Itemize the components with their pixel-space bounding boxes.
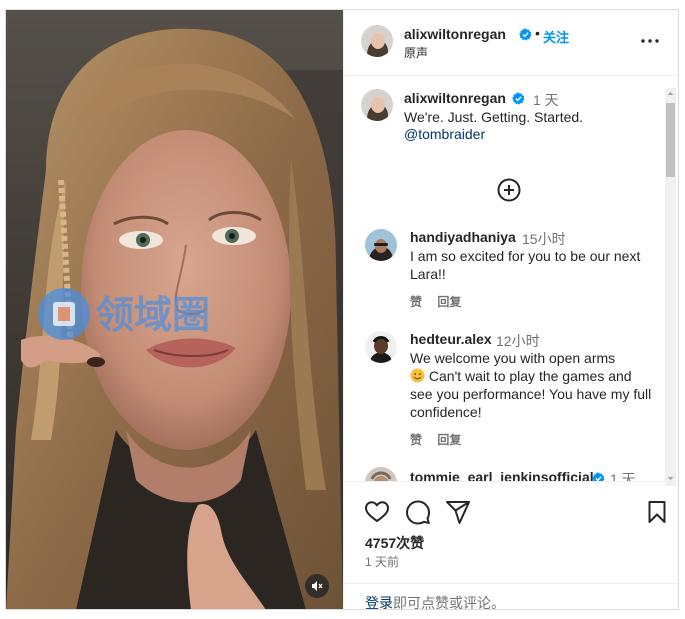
caption-text: We're. Just. Getting. Started. [404,109,584,125]
bookmark-icon[interactable] [644,499,670,525]
comment-bubble-icon[interactable] [405,499,431,525]
scrollbar-thumb[interactable] [666,103,675,177]
post-header: alixwiltonregan • 关注 原声 [344,10,678,76]
verified-badge-icon [519,28,532,41]
speaker-muted-icon [312,581,323,591]
comment-actions: 赞 回复 [410,431,473,448]
watermark-logo: 领域圈 [38,288,210,340]
audio-label[interactable]: 原声 [404,44,428,61]
comment-actions: 赞 回复 [410,293,473,310]
post-side-panel: alixwiltonregan • 关注 原声 alixwiltonregan … [343,10,678,610]
login-text: 登录即可点赞或评论。 [365,593,505,610]
comment-username[interactable]: tommie_earl_jenkinsofficial [410,469,594,481]
author-avatar[interactable] [361,25,393,57]
verified-badge-icon [592,472,605,481]
header-separator: • [535,25,540,41]
scroll-up-arrow-icon[interactable] [666,89,675,98]
comment-reply-button[interactable]: 回复 [437,433,461,447]
comment-reply-button[interactable]: 回复 [437,295,461,309]
commenter-avatar[interactable] [365,229,397,261]
likes-count[interactable]: 4757次赞 [365,533,424,553]
caption-author-avatar[interactable] [361,89,393,121]
smiling-face-emoji [410,368,425,383]
comment-username[interactable]: hedteur.alex [410,331,492,347]
commenter-avatar[interactable] [365,331,397,363]
mute-toggle-button[interactable] [305,574,329,598]
comment-text-part: We welcome you with open arms [410,350,616,366]
comments-scroll-area[interactable]: alixwiltonregan 1 天 We're. Just. Getting… [344,77,678,481]
comment-text: I am so excited for you to be our next L… [410,248,641,282]
comment-text-part: Can't wait to play the games and see you… [410,368,652,420]
follow-button[interactable]: 关注 [543,27,569,46]
paper-plane-icon[interactable] [445,499,471,525]
comment-text: We welcome you with open arms Can't wait… [410,349,658,421]
comment-time[interactable]: 15小时 [522,229,566,249]
author-username[interactable]: alixwiltonregan [404,26,506,42]
login-prompt: 登录即可点赞或评论。 [344,583,678,610]
comment-like-button[interactable]: 赞 [410,433,422,447]
more-options-icon[interactable] [638,32,662,50]
caption-username[interactable]: alixwiltonregan [404,90,506,106]
comment-time[interactable]: 1 天 [610,469,636,481]
post-video[interactable]: 领域圈 [6,10,343,609]
caption-mention-link[interactable]: @tombraider [404,126,485,142]
comment-like-button[interactable]: 赞 [410,295,422,309]
login-link[interactable]: 登录 [365,595,393,609]
posted-time[interactable]: 1 天前 [365,553,399,570]
plus-circle-icon[interactable] [496,177,522,203]
comment-username[interactable]: handiyadhaniya [410,229,516,245]
heart-icon[interactable] [364,499,390,525]
login-rest-text: 即可点赞或评论。 [393,595,505,610]
watermark-text: 领域圈 [96,293,210,337]
caption-time[interactable]: 1 天 [533,90,559,110]
comment-time[interactable]: 12小时 [496,331,540,351]
instagram-post-modal: 领域圈 alixwiltonregan • 关注 原声 alixwiltonre… [5,9,679,610]
post-footer: 4757次赞 1 天前 登录即可点赞或评论。 [344,481,678,610]
verified-badge-icon [512,92,525,105]
commenter-avatar[interactable] [365,467,397,481]
